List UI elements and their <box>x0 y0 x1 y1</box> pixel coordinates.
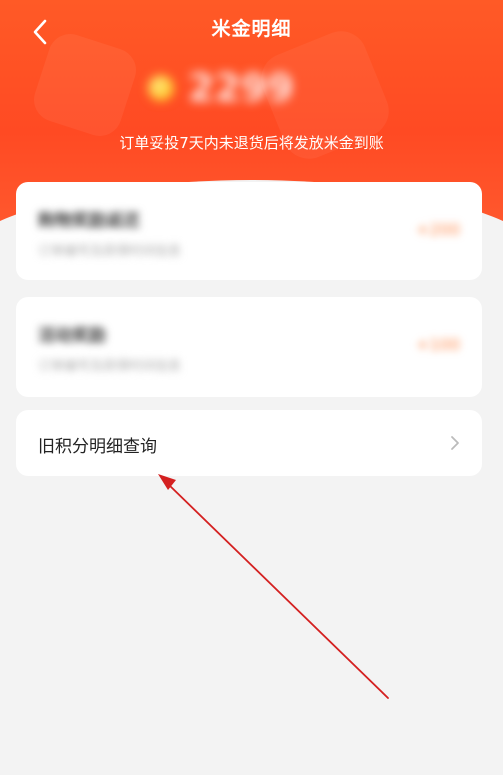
annotation-arrow <box>158 474 389 699</box>
